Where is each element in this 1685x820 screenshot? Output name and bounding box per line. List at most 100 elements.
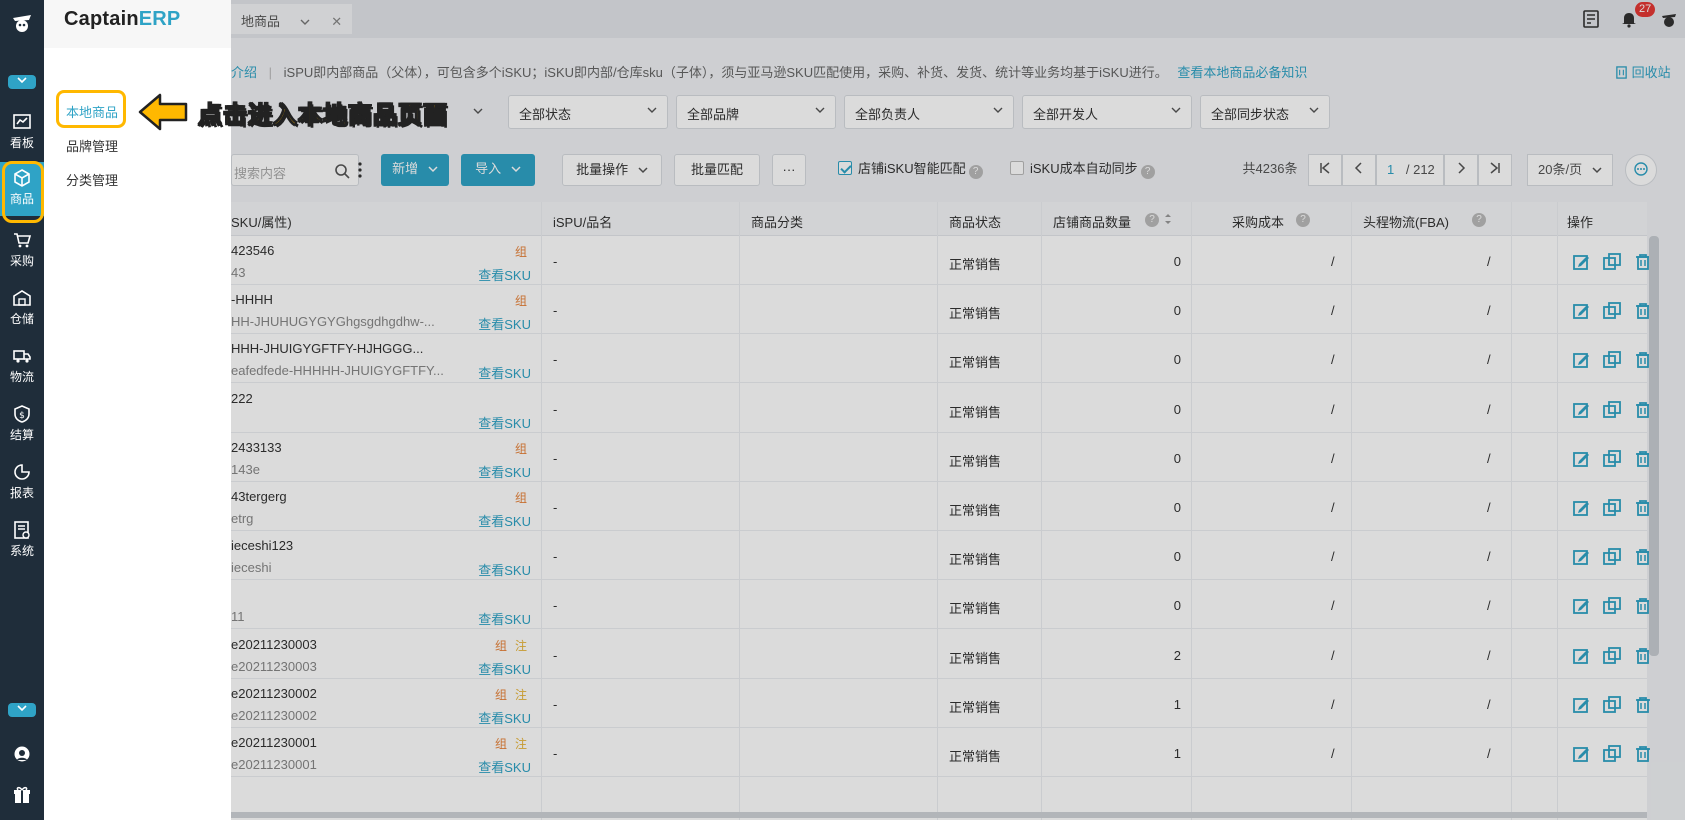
sort-icon[interactable] (1163, 212, 1173, 226)
ispu-cell: - (553, 647, 558, 663)
rail-item-settlement[interactable]: $ 结算 (0, 398, 44, 452)
chevron-down-icon[interactable] (473, 106, 483, 116)
gift-icon[interactable] (12, 785, 32, 805)
rail-item-system[interactable]: 系统 (0, 514, 44, 568)
column-settings-button[interactable] (1625, 154, 1657, 186)
view-sku-link[interactable]: 查看SKU (478, 560, 531, 579)
recycle-bin-link[interactable]: 回收站 (1615, 62, 1671, 81)
horizontal-scrollbar[interactable] (231, 812, 1647, 818)
batch-operations-button[interactable]: 批量操作 (562, 154, 662, 186)
table-row: e20211230002 e20211230002 组注 查看SKU - 正常销… (231, 679, 1650, 728)
delete-icon[interactable] (1633, 695, 1653, 715)
chevron-down-icon[interactable] (300, 18, 310, 26)
view-sku-link[interactable]: 查看SKU (478, 708, 531, 727)
filter-developer-select[interactable]: 全部开发人 (1022, 95, 1192, 129)
view-sku-link[interactable]: 查看SKU (478, 413, 531, 432)
edit-icon[interactable] (1571, 449, 1591, 469)
last-page-button[interactable] (1478, 154, 1512, 186)
more-actions-button[interactable]: ··· (772, 154, 806, 186)
cost-sync-toggle[interactable]: iSKU成本自动同步? (1010, 154, 1190, 186)
view-sku-link[interactable]: 查看SKU (478, 609, 531, 628)
vertical-scrollbar[interactable] (1649, 236, 1659, 656)
edit-icon[interactable] (1571, 547, 1591, 567)
support-headset-icon[interactable] (12, 744, 32, 764)
smart-match-checkbox[interactable] (838, 161, 852, 175)
view-sku-link[interactable]: 查看SKU (478, 314, 531, 333)
copy-icon[interactable] (1602, 547, 1622, 567)
filter-status-select[interactable]: 全部状态 (508, 95, 668, 129)
captain-logo-icon[interactable] (9, 10, 35, 36)
chevron-down-icon (1592, 167, 1602, 174)
copy-icon[interactable] (1602, 252, 1622, 272)
filter-owner-select[interactable]: 全部负责人 (844, 95, 1014, 129)
rail-item-logistics[interactable]: 物流 (0, 340, 44, 394)
task-list-icon[interactable] (1581, 9, 1601, 29)
copy-icon[interactable] (1602, 301, 1622, 321)
copy-icon[interactable] (1602, 400, 1622, 420)
search-input[interactable]: 搜索内容 (231, 154, 359, 186)
help-icon[interactable]: ? (1472, 213, 1486, 227)
info-intro-link[interactable]: 介绍 (231, 65, 257, 80)
edit-icon[interactable] (1571, 744, 1591, 764)
copy-icon[interactable] (1602, 596, 1622, 616)
smart-match-toggle[interactable]: 店铺iSKU智能匹配? (838, 154, 1008, 186)
view-sku-link[interactable]: 查看SKU (478, 511, 531, 530)
rail-item-products[interactable]: 商品 (0, 161, 44, 223)
rail-item-dashboard[interactable]: 看板 (0, 106, 44, 160)
view-sku-link[interactable]: 查看SKU (478, 757, 531, 776)
rail-item-reports[interactable]: 报表 (0, 456, 44, 510)
page-input[interactable]: 1 / 212 (1376, 154, 1444, 186)
add-button[interactable]: 新增 (381, 154, 449, 186)
edit-icon[interactable] (1571, 695, 1591, 715)
rail-item-purchase[interactable]: 采购 (0, 224, 44, 278)
view-sku-link[interactable]: 查看SKU (478, 265, 531, 284)
edit-icon[interactable] (1571, 596, 1591, 616)
edit-icon[interactable] (1571, 301, 1591, 321)
cost-sync-checkbox[interactable] (1010, 161, 1024, 175)
help-icon[interactable]: ? (968, 165, 983, 179)
delete-icon[interactable] (1633, 744, 1653, 764)
help-icon[interactable]: ? (1140, 165, 1155, 179)
rail-expand-top-button[interactable] (8, 75, 36, 89)
copy-icon[interactable] (1602, 695, 1622, 715)
rail-expand-bottom-button[interactable] (8, 703, 36, 717)
total-count: 共4236条 (1242, 161, 1298, 176)
prev-page-button[interactable] (1342, 154, 1376, 186)
help-icon[interactable]: ? (1296, 213, 1310, 227)
edit-icon[interactable] (1571, 498, 1591, 518)
purchase-cost-cell: / (1331, 746, 1335, 761)
edit-icon[interactable] (1571, 400, 1591, 420)
submenu-item-brand-management[interactable]: 品牌管理 (66, 136, 118, 155)
next-page-button[interactable] (1444, 154, 1478, 186)
knowledge-link[interactable]: 查看本地商品必备知识 (1177, 65, 1307, 80)
rail-item-warehouse[interactable]: 仓储 (0, 282, 44, 336)
filter-brand-select[interactable]: 全部品牌 (676, 95, 836, 129)
first-page-button[interactable] (1308, 154, 1342, 186)
close-icon[interactable]: ✕ (331, 14, 342, 29)
avatar-icon[interactable] (1659, 9, 1679, 29)
page-size-select[interactable]: 20条/页 (1527, 154, 1613, 186)
arrow-left-icon (138, 93, 188, 131)
copy-icon[interactable] (1602, 449, 1622, 469)
copy-icon[interactable] (1602, 350, 1622, 370)
edit-icon[interactable] (1571, 252, 1591, 272)
search-icon[interactable] (334, 163, 350, 179)
filter-owner-value: 全部负责人 (855, 107, 921, 122)
brand-name: Captain (64, 8, 139, 30)
fba-cell: / (1487, 254, 1491, 269)
view-sku-link[interactable]: 查看SKU (478, 462, 531, 481)
tab-local-products[interactable]: 地商品 ✕ (231, 4, 353, 34)
help-icon[interactable]: ? (1145, 213, 1159, 227)
copy-icon[interactable] (1602, 646, 1622, 666)
vertical-dots-icon[interactable] (353, 160, 367, 180)
batch-match-button[interactable]: 批量匹配 (674, 154, 760, 186)
copy-icon[interactable] (1602, 744, 1622, 764)
view-sku-link[interactable]: 查看SKU (478, 659, 531, 678)
submenu-item-category-management[interactable]: 分类管理 (66, 170, 118, 189)
import-button[interactable]: 导入 (461, 154, 535, 186)
copy-icon[interactable] (1602, 498, 1622, 518)
filter-sync-select[interactable]: 全部同步状态 (1200, 95, 1330, 129)
view-sku-link[interactable]: 查看SKU (478, 363, 531, 382)
edit-icon[interactable] (1571, 350, 1591, 370)
edit-icon[interactable] (1571, 646, 1591, 666)
